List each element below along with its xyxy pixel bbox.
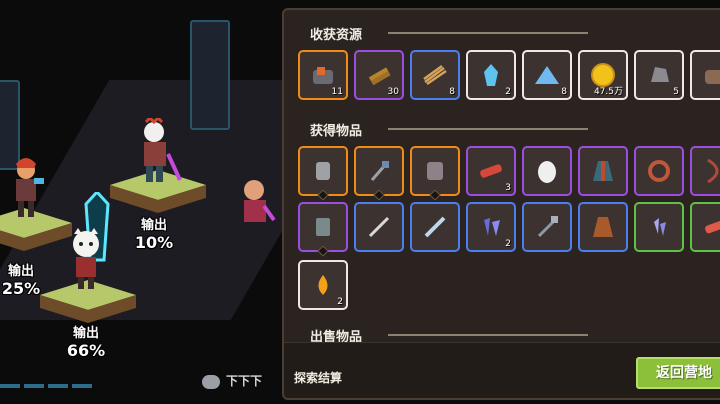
items-row: 2 [298,260,348,310]
stat-label-text: 输出 [140,218,167,233]
stat-percent: 66% [66,341,106,360]
items-row: 2 [298,202,720,257]
item-count: 3 [505,183,511,193]
item-count: 2 [505,87,511,97]
inventory-slot[interactable] [690,146,720,196]
unit-stat-label: 输出 66% [60,322,112,360]
hero-archer[interactable] [6,156,46,226]
hero-warrior[interactable] [132,118,182,192]
inventory-slot[interactable] [634,146,684,196]
progress-indicator [0,384,92,388]
hero-cat[interactable] [64,228,108,294]
inventory-slot[interactable] [354,202,404,252]
stat-percent: 10% [134,233,174,252]
straw-icon [423,64,447,86]
progress-segment [24,384,44,388]
chat-text: 下下下 [226,374,263,388]
unit-stat-label: 输出 10% [128,214,180,252]
progress-segment [48,384,68,388]
items-section-title: 获得物品 [310,124,363,139]
inventory-slot[interactable] [578,146,628,196]
star-rank-icon [429,189,441,201]
inventory-slot[interactable]: 2 [466,202,516,252]
sword-icon [368,216,390,238]
iron-ore-icon [651,67,669,82]
section-divider [388,32,588,34]
settlement-label: 探索结算 [294,371,343,385]
inventory-slot[interactable] [522,146,572,196]
star-rank-icon [373,189,385,201]
bacon-icon [480,164,502,178]
cloak-icon [593,217,613,237]
potion-drop-icon [318,275,328,295]
stat-label-text: 输出 [7,264,34,279]
vest-icon [316,218,330,236]
chat-bubble-icon [202,374,220,389]
inventory-slot[interactable] [298,146,348,201]
inventory-slot[interactable] [634,202,684,252]
gem-shards-icon [484,218,500,236]
inventory-slot[interactable]: 8 [522,50,572,100]
item-count: 2 [337,297,343,307]
shards-icon [654,218,666,236]
rock-icon [705,70,720,84]
return-camp-button[interactable]: 返回营地 [636,357,720,389]
inventory-slot[interactable] [354,146,404,201]
inventory-slot[interactable]: 5 [634,50,684,100]
progress-segment [72,384,92,388]
crystal-pillar [190,20,230,130]
axe-icon [370,161,389,181]
panel-footer: 探索结算 返回营地 [284,342,720,398]
inventory-slot[interactable]: 3 [466,146,516,196]
inventory-slot[interactable] [690,202,720,252]
powder-icon [535,66,559,84]
inventory-slot[interactable] [410,146,460,201]
star-rank-icon [317,189,329,201]
item-count: 2 [505,239,511,249]
halberd-icon [537,216,558,238]
inventory-slot[interactable] [578,202,628,252]
enemy-figure[interactable] [236,176,276,236]
resource-row: 11 30 8 2 8 47.5万 5 [298,50,720,100]
items-row: 3 [298,146,720,201]
inventory-slot[interactable] [690,50,720,100]
bow-icon [707,158,719,184]
inventory-slot[interactable]: 11 [298,50,348,100]
inventory-slot[interactable]: 2 [466,50,516,100]
section-divider [388,334,588,336]
item-count: 30 [387,87,399,97]
inventory-slot[interactable]: 8 [410,50,460,100]
harvest-section-title: 收获资源 [310,28,363,43]
progress-segment [0,384,20,388]
ring-icon [648,160,670,182]
robe-icon [593,161,613,181]
inventory-slot[interactable]: 30 [354,50,404,100]
item-count: 8 [449,87,455,97]
meat-icon [705,219,720,234]
stat-percent: 25% [1,279,41,298]
armor-icon [316,162,330,180]
unit-stat-label: 输出 25% [0,260,46,298]
inventory-slot[interactable] [410,202,460,252]
chest-armor-icon [427,162,443,180]
wood-icon [368,67,391,86]
star-rank-icon [317,245,329,257]
blade-icon [424,216,446,238]
crystal-icon [484,64,498,86]
inventory-slot[interactable] [298,202,348,257]
item-count: 8 [561,87,567,97]
inventory-slot[interactable]: 2 [298,260,348,310]
exploration-result-panel: 收获资源 11 30 8 2 8 47.5万 5 获得物品 3 2 2 出售物品 探索结算 … [282,8,720,400]
item-count: 47.5万 [593,87,623,97]
inventory-slot[interactable] [522,202,572,252]
egg-icon [538,161,556,183]
chat-bar[interactable]: 下下下 [202,372,262,389]
ore-icon [313,67,333,84]
item-count: 11 [331,87,343,97]
section-divider [388,128,588,130]
inventory-slot[interactable]: 47.5万 [578,50,628,100]
item-count: 5 [673,87,679,97]
stat-label-text: 输出 [72,326,99,341]
